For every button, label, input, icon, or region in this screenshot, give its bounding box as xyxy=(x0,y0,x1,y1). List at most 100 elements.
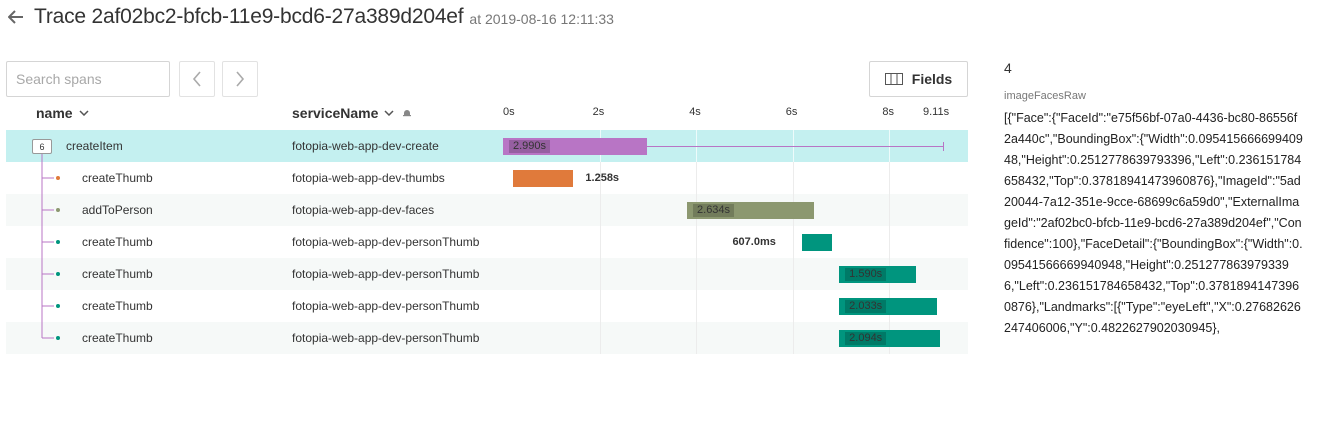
fields-button-label: Fields xyxy=(911,71,953,87)
span-timeline: 2.990s xyxy=(503,130,968,162)
span-timeline: 1.590s xyxy=(503,258,968,290)
timeline-grid-line xyxy=(889,162,891,194)
timeline-grid-line xyxy=(599,322,601,354)
timeline-grid-line xyxy=(696,258,698,290)
spans-table: 6 createItem fotopia-web-app-dev-create 2.9… xyxy=(6,130,968,354)
span-duration-label: 2.634s xyxy=(693,204,735,217)
span-name: addToPerson xyxy=(82,203,153,217)
span-name: createThumb xyxy=(82,267,153,281)
timeline-grid-line xyxy=(792,290,794,322)
timeline-grid-line xyxy=(696,226,698,258)
span-duration-label: 2.990s xyxy=(509,140,551,153)
back-arrow-icon[interactable] xyxy=(6,7,26,27)
timeline-grid-line xyxy=(889,194,891,226)
span-row[interactable]: createThumb fotopia-web-app-dev-personThu… xyxy=(6,226,968,258)
timeline-tick-label: 8s xyxy=(882,106,894,118)
span-name: createThumb xyxy=(82,171,153,185)
span-duration-bar[interactable]: 2.033s xyxy=(839,298,938,315)
span-duration-bar[interactable]: 1.590s xyxy=(839,266,916,283)
span-timeline: 2.634s xyxy=(503,194,968,226)
timeline-grid-line xyxy=(792,226,794,258)
previous-match-button[interactable] xyxy=(179,61,215,97)
fields-button[interactable]: Fields xyxy=(869,61,968,97)
detail-panel: 4 imageFacesRaw [{"Face":{"FaceId":"e75f… xyxy=(1004,60,1324,339)
span-row[interactable]: addToPerson fotopia-web-app-dev-faces 2.63… xyxy=(6,194,968,226)
span-color-dot xyxy=(56,208,60,212)
timeline-tick-label: 2s xyxy=(592,106,605,118)
span-color-dot xyxy=(56,304,60,308)
span-duration-label: 2.033s xyxy=(845,300,887,313)
timeline-tick-label: 6s xyxy=(785,106,798,118)
span-duration-label: 1.258s xyxy=(585,172,620,184)
span-color-dot xyxy=(56,240,60,244)
page-header: Trace 2af02bc2-bfcb-11e9-bcd6-27a389d204… xyxy=(6,4,614,30)
span-name-cell: createThumb xyxy=(6,226,292,258)
span-service-name: fotopia-web-app-dev-personThumb xyxy=(292,331,480,345)
timeline-grid-line xyxy=(696,162,698,194)
timeline-tick-label: 4s xyxy=(689,106,701,118)
span-duration-label: 1.590s xyxy=(845,268,887,281)
columns-icon xyxy=(884,73,903,85)
span-color-dot xyxy=(56,336,60,340)
column-header-name-label: name xyxy=(36,105,73,121)
span-name-cell: createThumb xyxy=(6,162,292,194)
span-timeline: 2.094s xyxy=(503,322,968,354)
span-name-cell: createThumb xyxy=(6,322,292,354)
trace-title: Trace 2af02bc2-bfcb-11e9-bcd6-27a389d204… xyxy=(34,5,464,28)
span-timeline: 1.258s xyxy=(503,162,968,194)
chevron-down-icon xyxy=(79,110,89,116)
search-spans-input[interactable] xyxy=(6,61,170,97)
span-duration-bar[interactable]: 2.094s xyxy=(839,330,941,347)
span-service-name: fotopia-web-app-dev-create xyxy=(292,139,439,153)
column-header-service-label: serviceName xyxy=(292,105,379,121)
detail-field-name: imageFacesRaw xyxy=(1004,90,1086,102)
span-row[interactable]: createThumb fotopia-web-app-dev-personThu… xyxy=(6,322,968,354)
span-row[interactable]: createThumb fotopia-web-app-dev-personThu… xyxy=(6,290,968,322)
trace-timestamp: at 2019-08-16 12:11:33 xyxy=(469,11,614,27)
detail-count: 4 xyxy=(1004,60,1012,76)
timeline-grid-line xyxy=(599,258,601,290)
span-row[interactable]: createThumb fotopia-web-app-dev-personThu… xyxy=(6,258,968,290)
span-service-name: fotopia-web-app-dev-personThumb xyxy=(292,299,480,313)
detail-field-value: [{"Face":{"FaceId":"e75f56bf-07a0-4436-b… xyxy=(1004,111,1303,335)
span-duration-bar[interactable]: 2.990s xyxy=(503,138,648,155)
span-row[interactable]: 6 createItem fotopia-web-app-dev-create 2.9… xyxy=(6,130,968,162)
timeline-grid-line xyxy=(696,322,698,354)
span-name-cell: createThumb xyxy=(6,258,292,290)
timeline-tick-label: 9.11s xyxy=(923,106,950,118)
span-duration-bar[interactable]: 2.634s xyxy=(687,202,815,219)
timeline-grid-line xyxy=(792,162,794,194)
chevron-down-icon xyxy=(384,110,394,116)
timeline-grid-line xyxy=(696,290,698,322)
chevron-left-icon xyxy=(192,71,201,87)
span-color-dot xyxy=(56,176,60,180)
chevron-right-icon xyxy=(236,71,245,87)
span-service-name: fotopia-web-app-dev-faces xyxy=(292,203,435,217)
column-header-name[interactable]: name xyxy=(36,104,89,122)
column-header-service[interactable]: serviceName xyxy=(292,104,412,122)
span-name-cell: createThumb xyxy=(6,290,292,322)
span-name-cell: addToPerson xyxy=(6,194,292,226)
span-duration-label: 607.0ms xyxy=(732,236,776,248)
timeline-tick-label: 0s xyxy=(503,106,515,118)
span-timeline: 2.033s xyxy=(503,290,968,322)
span-name: createThumb xyxy=(82,235,153,249)
span-color-dot xyxy=(56,272,60,276)
timeline-grid-line xyxy=(599,290,601,322)
span-name: createItem xyxy=(66,139,123,153)
timeline-grid-line xyxy=(599,194,601,226)
span-row[interactable]: createThumb fotopia-web-app-dev-thumbs 1.2… xyxy=(6,162,968,194)
next-match-button[interactable] xyxy=(222,61,258,97)
trace-extent-line xyxy=(647,146,943,147)
service-filter-icon[interactable] xyxy=(402,108,412,118)
span-timeline: 607.0ms xyxy=(503,226,968,258)
timeline-grid-line xyxy=(792,322,794,354)
timeline-grid-line xyxy=(792,258,794,290)
span-duration-label: 2.094s xyxy=(845,332,887,345)
span-duration-bar[interactable] xyxy=(802,234,832,251)
span-duration-bar[interactable] xyxy=(512,170,574,187)
span-service-name: fotopia-web-app-dev-personThumb xyxy=(292,235,480,249)
children-count-badge[interactable]: 6 xyxy=(32,139,52,154)
timeline-grid-line xyxy=(599,226,601,258)
timeline-axis: 0s 2s 4s 6s 8s 9.11s xyxy=(503,106,968,122)
